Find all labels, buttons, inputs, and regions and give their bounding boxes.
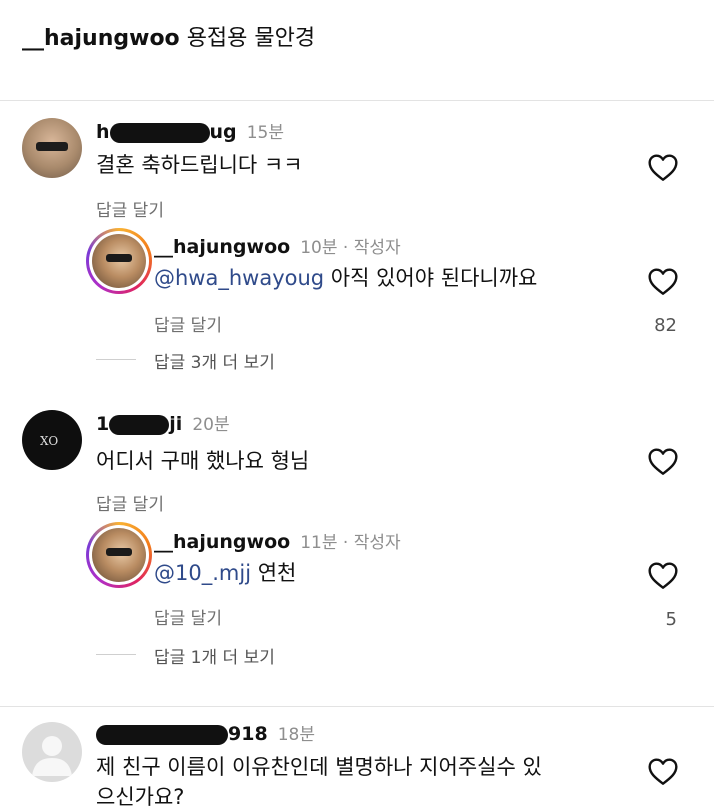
comment-3-header: 918 18분 — [96, 720, 315, 745]
redaction-mark — [96, 724, 228, 745]
view-more-line — [96, 654, 136, 655]
heart-outline-icon[interactable] — [647, 152, 679, 182]
heart-outline-icon[interactable] — [647, 266, 679, 296]
caption-username[interactable]: __hajungwoo — [22, 26, 180, 51]
redaction-mark — [109, 122, 210, 143]
reply-1-username[interactable]: __hajungwoo — [154, 236, 290, 258]
comment-2-header: 1 ji 20분 — [96, 410, 230, 435]
reply-2-like-count: 5 — [665, 609, 677, 630]
person-icon — [32, 736, 72, 776]
reply-1-reply-button[interactable]: 답글 달기 — [154, 311, 222, 336]
comment-3-username[interactable]: 918 — [96, 723, 268, 745]
caption-text: 용접용 물안경 — [186, 26, 316, 51]
comment-1-view-more-replies[interactable]: 답글 3개 더 보기 — [154, 348, 275, 373]
comment-2-text: 어디서 구매 했나요 형님 — [96, 449, 310, 473]
reply-2-mention[interactable]: @10_.mjj — [154, 561, 251, 585]
comment-1-header: h ug 15분 — [96, 118, 284, 143]
comment-2-view-more-replies[interactable]: 답글 1개 더 보기 — [154, 643, 275, 668]
reply-1-text: @hwa_hwayoug 아직 있어야 된다니까요 — [154, 266, 538, 290]
reply-2-username[interactable]: __hajungwoo — [154, 531, 290, 553]
reply-1-avatar[interactable] — [86, 228, 152, 294]
heart-outline-icon[interactable] — [647, 756, 679, 786]
reply-1-like-count: 82 — [654, 315, 677, 336]
reply-1-mention[interactable]: @hwa_hwayoug — [154, 266, 324, 290]
reply-2-header: __hajungwoo 11분 · 작성자 — [154, 528, 401, 553]
reply-2-text: @10_.mjj 연천 — [154, 561, 297, 585]
reply-1-header: __hajungwoo 10분 · 작성자 — [154, 233, 401, 258]
comment-2-avatar[interactable]: XO — [22, 410, 82, 470]
comment-2-time: 20분 — [192, 415, 230, 435]
comment-1-text: 결혼 축하드립니다 ㅋㅋ — [96, 153, 303, 177]
comment-1-username[interactable]: h ug — [96, 121, 237, 143]
heart-outline-icon[interactable] — [647, 560, 679, 590]
reply-1-meta: 10분 · 작성자 — [300, 238, 401, 258]
comment-1-avatar[interactable] — [22, 118, 82, 178]
comment-2-username[interactable]: 1 ji — [96, 413, 182, 435]
heart-outline-icon[interactable] — [647, 446, 679, 476]
reply-2-meta: 11분 · 작성자 — [300, 533, 401, 553]
comment-3-time: 18분 — [277, 725, 315, 745]
redaction-mark — [109, 414, 170, 435]
view-more-line — [96, 359, 136, 360]
reply-2-avatar[interactable] — [86, 522, 152, 588]
comment-1-reply-button[interactable]: 답글 달기 — [96, 196, 164, 221]
comment-3-text: 제 친구 이름이 이유찬인데 별명하나 지어주실수 있 으신가요? — [96, 755, 542, 809]
caption-divider — [0, 100, 714, 101]
comment-1-time: 15분 — [246, 123, 284, 143]
section-divider — [0, 706, 714, 707]
post-caption: __hajungwoo 용접용 물안경 — [22, 20, 315, 52]
comment-2-reply-button[interactable]: 답글 달기 — [96, 490, 164, 515]
comment-3-avatar[interactable] — [22, 722, 82, 782]
reply-2-reply-button[interactable]: 답글 달기 — [154, 604, 222, 629]
